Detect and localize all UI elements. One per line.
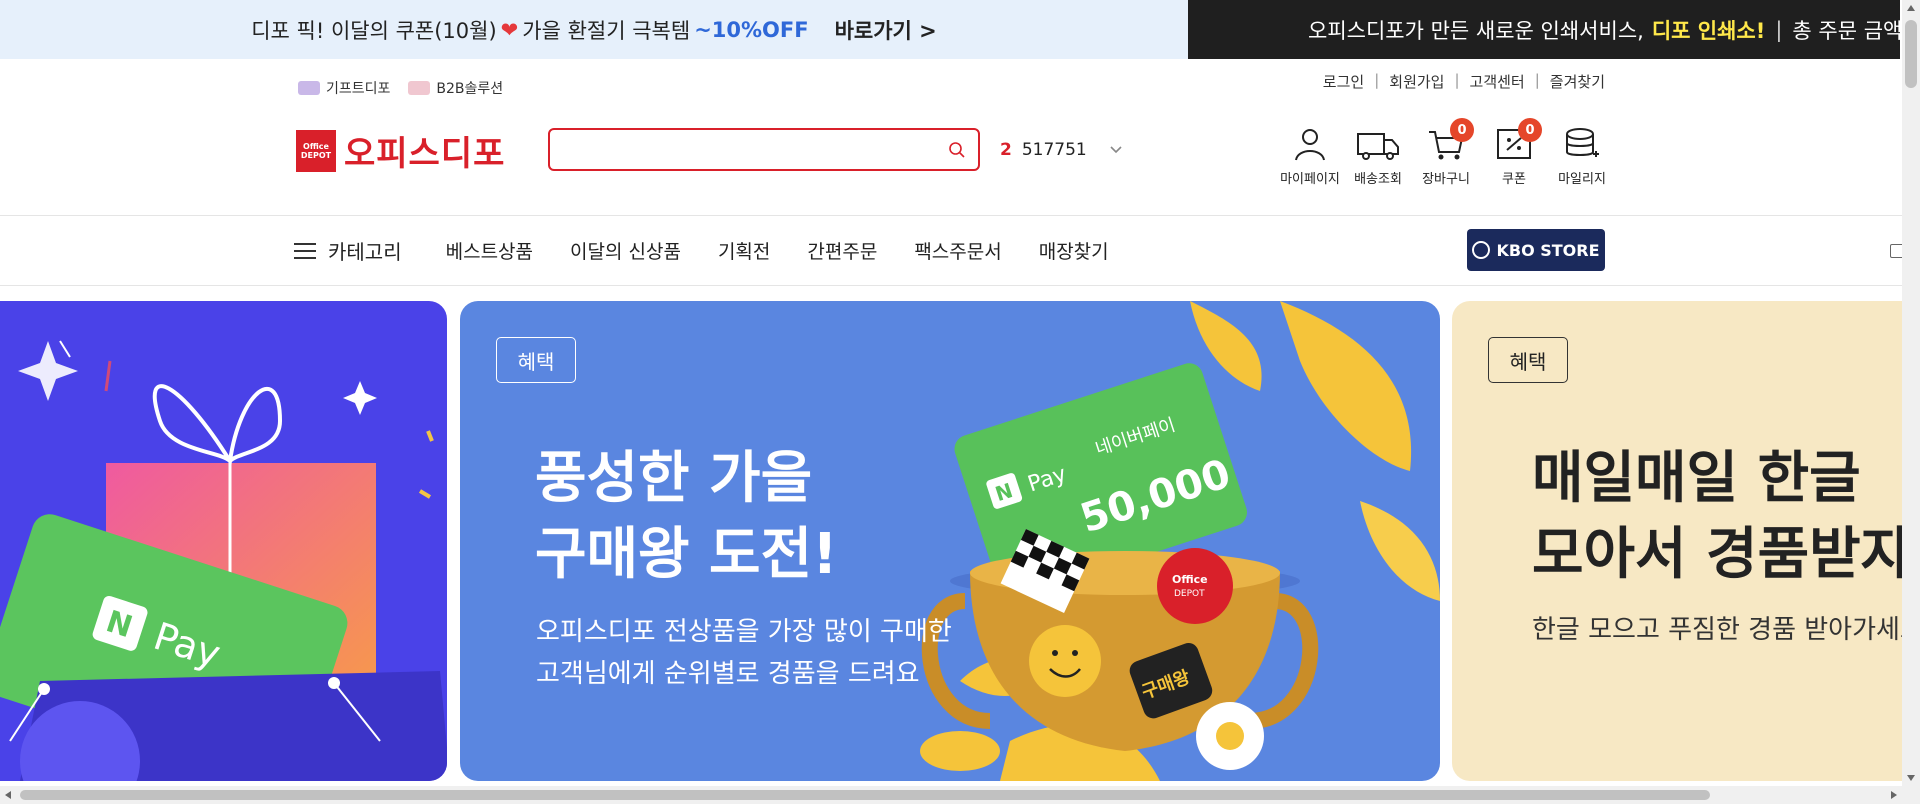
promo-banner-right[interactable]: 오피스디포가 만든 새로운 인쇄서비스, 디포 인쇄소! | 총 주문 금액에 … [1188,0,1900,59]
util-left: 기프트디포 B2B솔루션 [298,78,503,98]
coupon-count-badge: 0 [1518,118,1542,142]
join-link[interactable]: 회원가입 [1389,71,1444,92]
gift-depot-label: 기프트디포 [326,81,391,97]
truck-icon [1357,133,1399,160]
rank-keyword: 517751 [1021,140,1087,160]
banner-headline-line2: 구매왕 도전! [535,522,838,587]
trophy-illustration: N Pay 네이버페이 50,000 Office DEPOT 구매왕 [920,301,1440,781]
horizontal-scroll-thumb[interactable] [20,790,1710,800]
logo-text: 오피스디포 [344,134,506,174]
banner-subtext: 오피스디포 전상품을 가장 많이 구매한 고객님에게 순위별로 경품을 드려요 [536,611,952,695]
category-label: 카테고리 [328,240,402,264]
benefit-tag: 혜택 [496,337,576,383]
user-icon [1295,129,1325,161]
promo-right-tail: 총 주문 금액에 따라 [1792,18,1900,43]
svg-text:Office: Office [1172,573,1208,586]
banner-subtext-line2: 고객님에게 순위별로 경품을 드려요 [536,659,920,689]
b2b-solution-label: B2B솔루션 [436,81,504,97]
logo-mark-line2: DEPOT [300,150,332,160]
delivery-button[interactable]: 배송조회 [1344,126,1412,187]
cart-label: 장바구니 [1422,172,1470,187]
vertical-scrollbar[interactable] [1902,0,1920,786]
banner-gift[interactable]: N Pay [0,301,447,781]
scroll-right-arrow-icon[interactable] [1890,790,1898,800]
scroll-down-arrow-icon[interactable] [1906,774,1916,782]
banner-subtext: 한글 모으고 푸짐한 경품 받아가세요 [1532,615,1920,645]
search-box [548,128,980,171]
promo-right-separator: | [1775,17,1783,42]
realtime-rank[interactable]: 2 517751 [1000,140,1123,160]
vertical-scroll-thumb[interactable] [1905,20,1917,88]
banner-headline-line1: 매일매일 한글 [1532,446,1861,511]
banner-subtext-line1: 오피스디포 전상품을 가장 많이 구매한 [536,617,952,647]
mileage-label: 마일리지 [1558,172,1606,187]
util-right: 로그인 | 회원가입 | 고객센터 | 즐겨찾기 [1323,71,1605,92]
rank-number: 2 [1000,140,1012,160]
promo-left-accent: ~10%OFF [694,17,809,42]
promo-right-highlight: 디포 인쇄소! [1651,18,1766,43]
cart-count-badge: 0 [1450,118,1474,142]
svg-text:DEPOT: DEPOT [1174,589,1205,599]
mileage-button[interactable]: 마일리지 [1548,126,1616,187]
coupon-button[interactable]: 0 쿠폰 [1480,118,1548,187]
divider: | [1534,71,1540,89]
service-center-link[interactable]: 고객센터 [1470,71,1525,92]
promo-banner-left[interactable]: 디포 픽! 이달의 쿠폰(10월) ❤ 가을 환절기 극복템 ~10%OFF 바… [0,0,1188,59]
promo-left-text: 디포 픽! 이달의 쿠폰(10월) [251,18,497,43]
gift-depot-link[interactable]: 기프트디포 [298,78,390,98]
mileage-icon [1566,128,1599,157]
scroll-left-arrow-icon[interactable] [4,790,12,800]
kbo-store-label: KBO STORE [1496,240,1600,260]
favorite-link[interactable]: 즐겨찾기 [1550,71,1605,92]
promo-left-text2: 가을 환절기 극복템 [522,18,691,43]
banner-purchase-king[interactable]: N Pay 네이버페이 50,000 Office DEPOT 구매왕 혜택 풍… [460,301,1440,781]
header-icons: 마이페이지 배송조회 0 장바구니 0 쿠폰 마일리지 [1276,118,1616,187]
kbo-store-button[interactable]: KBO STORE [1467,229,1605,271]
mypage-button[interactable]: 마이페이지 [1276,126,1344,187]
category-menu-button[interactable]: 카테고리 [294,236,402,265]
site-logo[interactable]: Office DEPOT 오피스디포 [296,126,505,175]
b2b-icon [408,81,431,95]
coupon-label: 쿠폰 [1502,172,1526,187]
logo-mark-line1: Office [303,141,329,151]
banner-headline-line1: 풍성한 가을 [535,446,813,511]
banner-hangeul-event[interactable]: 혜택 매일매일 한글 모아서 경품받자 한글 모으고 푸짐한 경품 받아가세요 [1452,301,1920,781]
search-icon[interactable] [948,141,966,163]
main-nav: 카테고리 베스트상품 이달의 신상품 기획전 간편주문 팩스주문서 매장찾기 [294,236,1146,265]
b2b-solution-link[interactable]: B2B솔루션 [408,78,503,98]
gift-box-illustration: N Pay [0,340,447,781]
login-link[interactable]: 로그인 [1323,71,1364,92]
hamburger-icon [294,242,316,259]
nav-divider-bottom [0,285,1902,286]
scroll-up-arrow-icon[interactable] [1906,4,1916,12]
delivery-label: 배송조회 [1354,172,1402,187]
nav-item-store-finder[interactable]: 매장찾기 [1039,237,1109,264]
nav-divider-top [0,215,1902,216]
benefit-tag: 혜택 [1488,337,1568,383]
nav-item-exhibition[interactable]: 기획전 [718,237,770,264]
banner-headline-line2: 모아서 경품받자 [1532,522,1913,587]
logo-mark: Office DEPOT [296,129,336,172]
banner-headline: 풍성한 가을 구매왕 도전! [535,441,838,593]
heart-icon: ❤ [500,17,519,42]
cart-button[interactable]: 0 장바구니 [1412,118,1480,187]
gift-icon [298,81,320,95]
promo-go-link[interactable]: 바로가기 > [835,15,937,45]
horizontal-scrollbar[interactable] [0,786,1920,804]
mypage-label: 마이페이지 [1280,172,1340,187]
nav-item-best[interactable]: 베스트상품 [446,237,533,264]
nav-item-quick-order[interactable]: 간편주문 [807,237,877,264]
promo-right-text: 오피스디포가 만든 새로운 인쇄서비스, [1308,18,1644,43]
divider: | [1454,71,1460,89]
nav-item-new[interactable]: 이달의 신상품 [570,237,681,264]
chevron-down-icon[interactable] [1109,140,1123,160]
nav-item-fax-order[interactable]: 팩스주문서 [914,237,1001,264]
banner-headline: 매일매일 한글 모아서 경품받자 [1532,441,1912,593]
kbo-logo-icon [1472,241,1491,259]
search-input[interactable] [560,130,944,168]
divider: | [1374,71,1380,89]
